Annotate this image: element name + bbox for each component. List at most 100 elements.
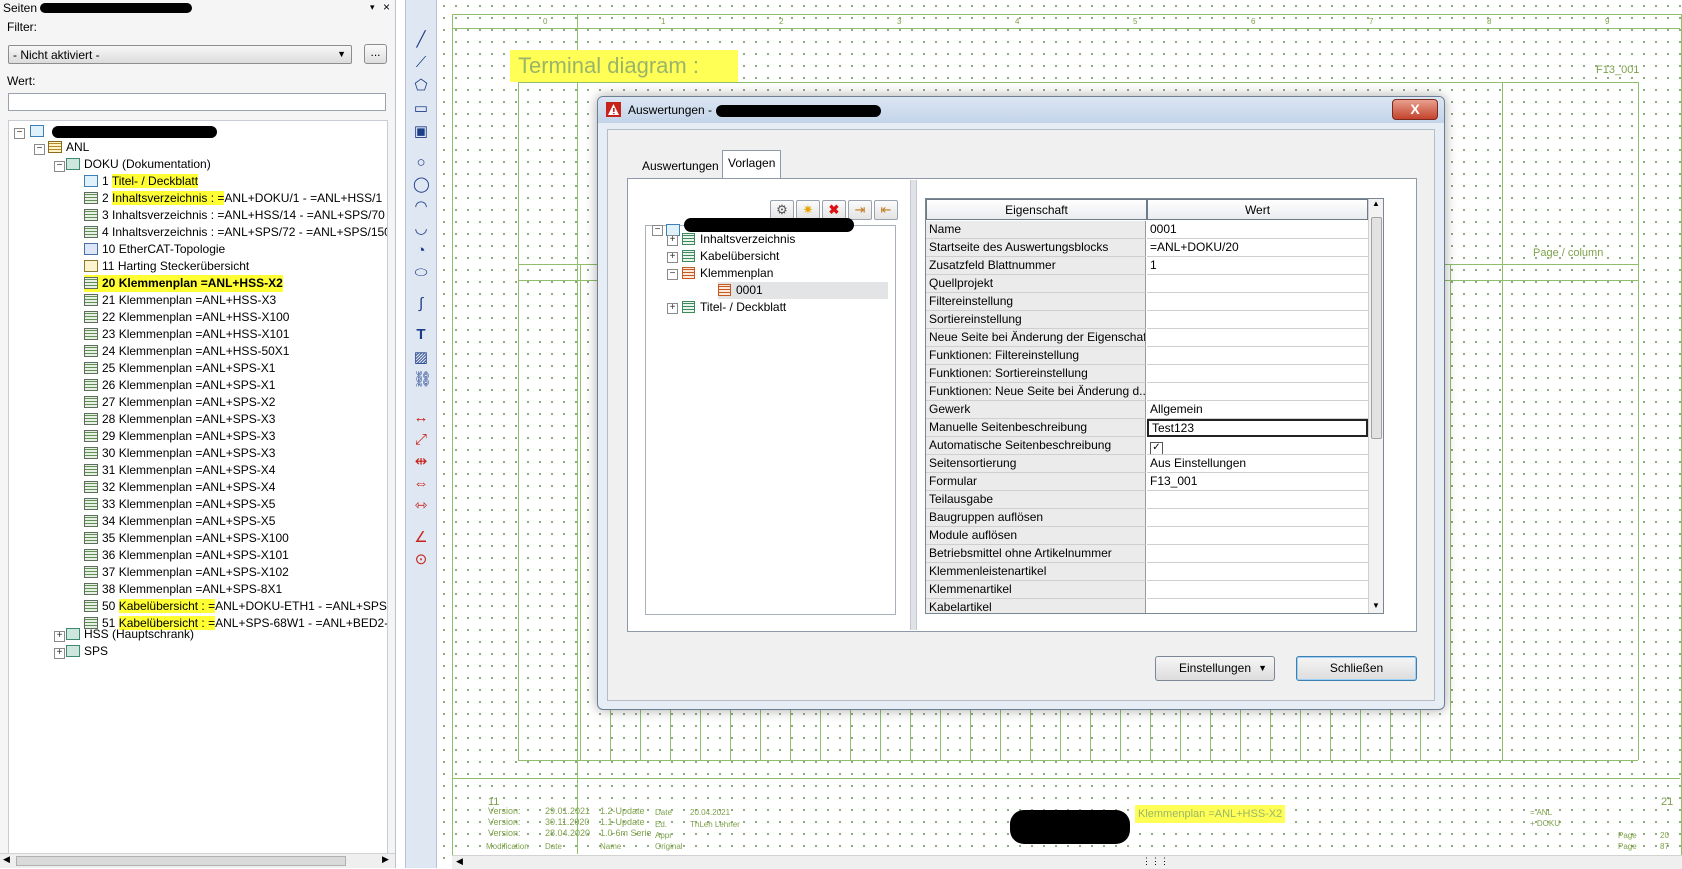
page-list-item[interactable]: 35 Klemmenplan =ANL+SPS-X100 xyxy=(84,530,289,547)
line-tool-icon[interactable]: ╱ xyxy=(413,32,429,48)
dimension-incremental-icon[interactable]: ⇔ xyxy=(413,476,429,492)
dimension-linear-icon[interactable]: ↔ xyxy=(413,410,429,426)
property-row[interactable]: Zusatzfeld Blattnummer 1 xyxy=(926,257,1368,275)
property-value[interactable] xyxy=(1147,527,1368,545)
template-tree-item[interactable]: Titel- / Deckblatt xyxy=(682,299,786,316)
delete-button[interactable]: ✖ xyxy=(822,200,846,220)
property-row[interactable]: Funktionen: Filtereinstellung xyxy=(926,347,1368,365)
page-list-item[interactable]: 21 Klemmenplan =ANL+HSS-X3 xyxy=(84,292,276,309)
page-list-item[interactable]: 50 Kabelübersicht : =ANL+DOKU-ETH1 - =AN… xyxy=(84,598,387,615)
property-row[interactable]: Filtereinstellung xyxy=(926,293,1368,311)
property-value[interactable]: ✓ xyxy=(1147,437,1368,455)
circle-3pt-tool-icon[interactable]: ◯ xyxy=(413,177,430,193)
property-row[interactable]: Sortiereinstellung xyxy=(926,311,1368,329)
property-row[interactable]: Klemmenleistenartikel xyxy=(926,563,1368,581)
arc-3pt-tool-icon[interactable]: ◡ xyxy=(413,221,429,237)
hyperlink-tool-icon[interactable]: ⛓ xyxy=(413,372,432,388)
tab-vorlagen[interactable]: Vorlagen xyxy=(722,150,782,179)
tree-item-anl[interactable]: ANL xyxy=(48,139,89,156)
column-header-value[interactable]: Wert xyxy=(1147,199,1368,220)
property-row[interactable]: Quellprojekt xyxy=(926,275,1368,293)
column-header-property[interactable]: Eigenschaft xyxy=(926,199,1147,220)
page-list-item[interactable]: 36 Klemmenplan =ANL+SPS-X101 xyxy=(84,547,289,564)
page-list-item[interactable]: 31 Klemmenplan =ANL+SPS-X4 xyxy=(84,462,275,479)
value-input[interactable] xyxy=(8,93,386,111)
property-row[interactable]: Name 0001 xyxy=(926,221,1368,239)
property-value[interactable] xyxy=(1147,581,1368,599)
close-button[interactable]: X xyxy=(1392,99,1438,120)
settings-button[interactable]: ⚙ xyxy=(770,200,794,220)
canvas-horizontal-scrollbar[interactable]: ◀ ⋮⋮⋮ xyxy=(452,855,1682,869)
tree-root[interactable] xyxy=(30,123,48,140)
tree-item-doku[interactable]: DOKU (Dokumentation) xyxy=(66,156,211,173)
template-tree-item[interactable]: 0001 xyxy=(718,282,888,299)
filter-select[interactable]: - Nicht aktiviert - ▼ xyxy=(8,45,352,64)
property-row[interactable]: Klemmenartikel xyxy=(926,581,1368,599)
collapse-icon[interactable]: − xyxy=(34,144,45,155)
filter-browse-button[interactable]: ... xyxy=(364,44,387,64)
expand-icon[interactable]: + xyxy=(667,252,678,263)
rectangle-tool-icon[interactable]: ▭ xyxy=(413,101,429,117)
import-button[interactable]: ⇥ xyxy=(848,200,872,220)
sector-tool-icon[interactable]: ◔ xyxy=(413,243,429,259)
arc-tool-icon[interactable]: ◠ xyxy=(413,199,429,215)
page-list-item[interactable]: 3 Inhaltsverzeichnis : =ANL+HSS/14 - =AN… xyxy=(84,207,385,224)
dimension-aligned-icon[interactable]: ⤢ xyxy=(413,432,429,448)
dimension-radius-icon[interactable]: ⊙ xyxy=(413,552,429,568)
property-value[interactable]: 0001 xyxy=(1147,221,1368,239)
expand-icon[interactable]: + xyxy=(54,648,65,659)
property-value[interactable]: Aus Einstellungen xyxy=(1147,455,1368,473)
text-tool-icon[interactable]: T xyxy=(413,327,429,343)
page-list-item[interactable]: 38 Klemmenplan =ANL+SPS-8X1 xyxy=(84,581,282,598)
expand-icon[interactable]: + xyxy=(667,303,678,314)
page-list-item[interactable]: 32 Klemmenplan =ANL+SPS-X4 xyxy=(84,479,275,496)
scroll-thumb[interactable] xyxy=(1371,217,1382,439)
page-list-item[interactable]: 25 Klemmenplan =ANL+SPS-X1 xyxy=(84,360,275,377)
spline-tool-icon[interactable]: ∫ xyxy=(413,296,429,312)
page-list-item[interactable]: 29 Klemmenplan =ANL+SPS-X3 xyxy=(84,428,275,445)
horizontal-scrollbar[interactable]: ◀ ▶ xyxy=(0,853,395,868)
property-value[interactable] xyxy=(1147,545,1368,563)
new-button[interactable]: ✷ xyxy=(796,200,820,220)
property-grid-scrollbar[interactable]: ▲ ▼ xyxy=(1368,199,1383,613)
scroll-left-icon[interactable]: ◀ xyxy=(3,854,10,865)
page-list-item[interactable]: 27 Klemmenplan =ANL+SPS-X2 xyxy=(84,394,275,411)
dropdown-arrow-icon[interactable]: ▾ xyxy=(370,2,375,13)
page-list-item[interactable]: 37 Klemmenplan =ANL+SPS-X102 xyxy=(84,564,289,581)
polyline-tool-icon[interactable]: ⟋ xyxy=(413,55,429,71)
property-value[interactable]: 1 xyxy=(1147,257,1368,275)
scroll-right-icon[interactable]: ▶ xyxy=(382,854,389,865)
property-row[interactable]: Seitensortierung Aus Einstellungen xyxy=(926,455,1368,473)
expand-icon[interactable]: + xyxy=(54,631,65,642)
scroll-up-icon[interactable]: ▲ xyxy=(1372,199,1380,208)
page-list-item[interactable]: 22 Klemmenplan =ANL+HSS-X100 xyxy=(84,309,289,326)
frame-tool-icon[interactable]: ▣ xyxy=(413,124,429,140)
close-dialog-button[interactable]: Schließen xyxy=(1296,656,1417,681)
page-list-item[interactable]: 24 Klemmenplan =ANL+HSS-50X1 xyxy=(84,343,289,360)
property-row[interactable]: Funktionen: Sortiereinstellung xyxy=(926,365,1368,383)
page-list-item[interactable]: 30 Klemmenplan =ANL+SPS-X3 xyxy=(84,445,275,462)
page-list-item[interactable]: 10 EtherCAT-Topologie xyxy=(84,241,225,258)
property-value[interactable] xyxy=(1147,347,1368,365)
property-value[interactable] xyxy=(1147,509,1368,527)
property-value[interactable] xyxy=(1147,491,1368,509)
property-value[interactable] xyxy=(1147,599,1368,613)
page-list-item[interactable]: 4 Inhaltsverzeichnis : =ANL+SPS/72 - =AN… xyxy=(84,224,387,241)
property-row[interactable]: Funktionen: Neue Seite bei Änderung d... xyxy=(926,383,1368,401)
property-row[interactable]: Neue Seite bei Änderung der Eigenschaft xyxy=(926,329,1368,347)
page-list-item[interactable]: 1 Titel- / Deckblatt xyxy=(84,173,199,190)
close-icon[interactable]: × xyxy=(383,0,390,14)
property-value[interactable] xyxy=(1147,275,1368,293)
panel-splitter[interactable] xyxy=(910,180,917,630)
property-row[interactable]: Baugruppen auflösen xyxy=(926,509,1368,527)
page-list-item[interactable]: 26 Klemmenplan =ANL+SPS-X1 xyxy=(84,377,275,394)
property-row[interactable]: Gewerk Allgemein xyxy=(926,401,1368,419)
property-value[interactable] xyxy=(1147,329,1368,347)
tree-item-hss[interactable]: HSS (Hauptschrank) xyxy=(66,626,194,643)
property-value[interactable]: F13_001 xyxy=(1147,473,1368,491)
page-list-item[interactable]: 28 Klemmenplan =ANL+SPS-X3 xyxy=(84,411,275,428)
circle-tool-icon[interactable]: ○ xyxy=(413,155,429,171)
property-value[interactable] xyxy=(1147,311,1368,329)
collapse-icon[interactable]: − xyxy=(14,128,25,139)
polygon-tool-icon[interactable]: ⬠ xyxy=(413,78,429,94)
